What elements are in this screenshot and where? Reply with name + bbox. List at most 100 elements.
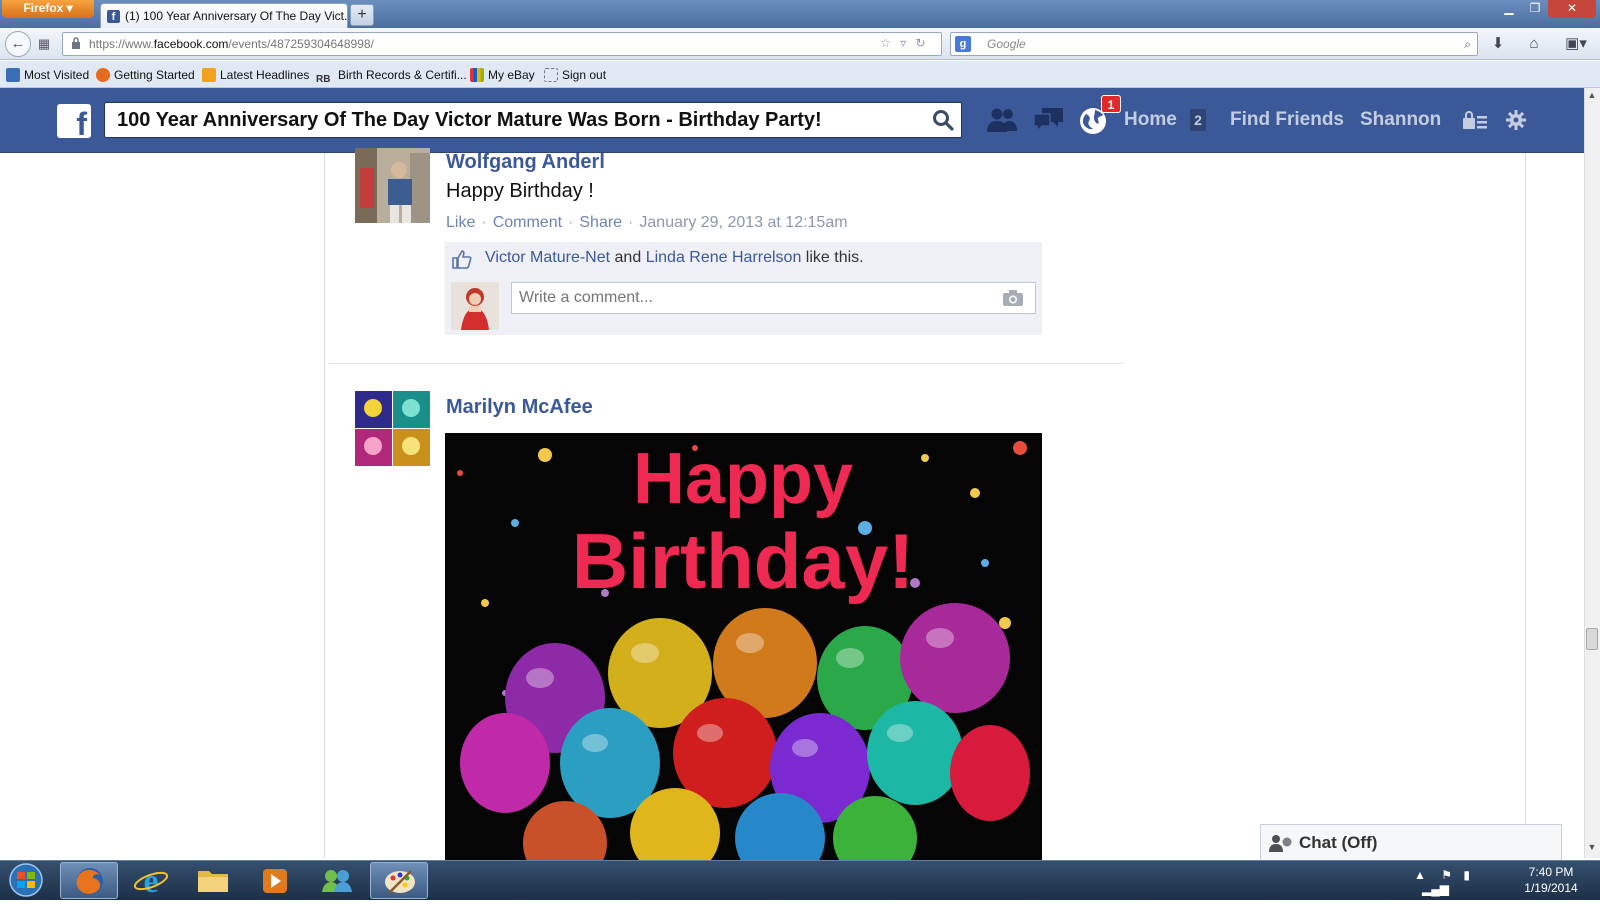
chat-sidebar-toggle[interactable]: Chat (Off) — [1260, 824, 1562, 861]
back-arrow-icon[interactable]: ← — [5, 31, 31, 57]
happy-birthday-image[interactable]: Happy Birthday! — [445, 433, 1042, 863]
chat-users-icon — [1269, 835, 1292, 852]
lock-icon — [72, 37, 80, 49]
taskbar-clock[interactable]: 7:40 PM 1/19/2014 — [1506, 864, 1596, 896]
minimize-icon[interactable]: ▁ — [1496, 0, 1522, 18]
friend-requests-icon[interactable] — [985, 105, 1019, 135]
tab-title: (1) 100 Year Anniversary Of The Day Vict… — [125, 9, 348, 23]
search-bar[interactable]: g Google ⌕ — [950, 32, 1478, 56]
likes-suffix: like this. — [805, 249, 864, 266]
bookmark-label: Latest Headlines — [220, 68, 310, 82]
bookmarks-toolbar: Most Visited Getting Started Latest Head… — [0, 61, 1600, 88]
separator: · — [481, 214, 487, 231]
share-link[interactable]: Share — [579, 214, 622, 231]
windows-start-icon[interactable] — [4, 862, 48, 898]
write-comment-input[interactable] — [511, 282, 1036, 314]
google-search-engine-icon[interactable]: g — [955, 36, 971, 52]
firefox-menu-label: Firefox — [23, 1, 64, 15]
bookmark-label: Most Visited — [24, 68, 90, 82]
bookmark-star-icon[interactable]: ☆ — [880, 36, 891, 50]
home-icon[interactable]: ⌂ — [1524, 34, 1544, 54]
page-icon — [544, 68, 558, 82]
download-icon[interactable]: ⬇ — [1488, 34, 1508, 54]
firefox-menu-button[interactable]: Firefox ▾ — [2, 0, 94, 18]
birthday-balloons-graphic: Happy Birthday! — [445, 433, 1042, 863]
privacy-shortcuts-icon[interactable] — [1462, 110, 1488, 130]
url-bar[interactable]: https://www.facebook.com/events/48725930… — [62, 32, 942, 56]
taskbar-firefox[interactable] — [60, 862, 118, 899]
network-signal-icon[interactable]: ▂▄▆ — [1422, 882, 1449, 896]
camera-icon[interactable] — [1002, 289, 1024, 307]
internet-explorer-icon: e — [133, 863, 169, 900]
extension-menu-icon[interactable]: ▣▾ — [1560, 34, 1592, 54]
taskbar-paint[interactable] — [370, 862, 428, 899]
post-timestamp[interactable]: January 29, 2013 at 12:15am — [639, 214, 847, 231]
notification-count-badge: 1 — [1101, 95, 1121, 113]
messages-icon[interactable] — [1032, 105, 1066, 135]
separator: · — [628, 214, 634, 231]
show-hidden-icons-icon[interactable]: ▲ — [1414, 868, 1426, 882]
rss-feed-icon — [202, 68, 216, 82]
facebook-header: f 100 Year Anniversary Of The Day Victor… — [0, 88, 1584, 153]
bookmark-getting-started[interactable]: Getting Started — [96, 67, 195, 83]
bookmark-most-visited[interactable]: Most Visited — [6, 67, 89, 83]
find-friends-link[interactable]: Find Friends — [1230, 108, 1344, 132]
taskbar-internet-explorer[interactable]: e — [122, 862, 180, 900]
firefox-icon — [76, 868, 103, 894]
bookmark-birth-records[interactable]: RB Birth Records & Certifi... — [316, 67, 467, 86]
rb-site-icon: RB — [316, 74, 331, 85]
bookmark-latest-headlines[interactable]: Latest Headlines — [202, 67, 309, 83]
new-tab-button[interactable]: + — [350, 4, 374, 26]
action-center-flag-icon[interactable]: ⚑ — [1441, 868, 1452, 882]
profile-link[interactable]: Shannon — [1360, 108, 1441, 132]
scrollbar-thumb[interactable] — [1586, 628, 1598, 650]
clock-date: 1/19/2014 — [1524, 881, 1578, 895]
power-icon[interactable]: ▮ — [1463, 868, 1470, 882]
like-link[interactable]: Like — [446, 214, 475, 231]
bookmark-sign-out[interactable]: Sign out — [544, 67, 606, 83]
people-app-icon — [322, 870, 352, 892]
post-author-name[interactable]: Wolfgang Anderl — [446, 151, 605, 174]
identity-icon[interactable]: ▦ — [34, 35, 54, 53]
post-action-row: Like · Comment · Share · January 29, 2013 at 1… — [446, 214, 848, 232]
likes-summary: Victor Mature-Net and Linda Rene Harrels… — [485, 249, 864, 267]
bookmark-label: Getting Started — [114, 68, 195, 82]
marilyn-mcafee-avatar[interactable] — [355, 391, 430, 466]
url-prefix: https://www. — [89, 37, 154, 51]
search-icon[interactable]: ⌕ — [1464, 33, 1471, 55]
avatar-photo — [355, 391, 430, 466]
wolfgang-anderl-avatar[interactable] — [355, 148, 430, 223]
post-author-name[interactable]: Marilyn McAfee — [446, 396, 593, 419]
bookmark-label: Birth Records & Certifi... — [338, 68, 467, 82]
browser-nav-bar: ← ▦ https://www.facebook.com/events/4872… — [0, 28, 1600, 60]
taskbar-paint-app[interactable] — [308, 862, 366, 899]
home-count-badge: 2 — [1190, 109, 1206, 131]
search-icon[interactable] — [932, 109, 954, 131]
thumbs-up-icon — [452, 250, 472, 269]
scroll-down-arrow-icon[interactable]: ▼ — [1586, 842, 1598, 856]
page-scrollbar[interactable] — [1584, 88, 1600, 858]
liker-link[interactable]: Victor Mature-Net — [485, 249, 610, 266]
comment-link[interactable]: Comment — [493, 214, 562, 231]
avatar-photo — [355, 148, 430, 223]
maximize-icon[interactable]: ❐ — [1522, 0, 1548, 18]
home-link[interactable]: Home — [1124, 108, 1177, 132]
close-icon[interactable]: ✕ — [1548, 0, 1596, 18]
reload-icon[interactable]: ↻ — [915, 36, 925, 50]
firefox-icon — [96, 68, 110, 82]
content-border — [1525, 153, 1526, 858]
taskbar-media-player[interactable] — [246, 862, 304, 899]
current-user-avatar[interactable] — [451, 282, 499, 330]
taskbar-file-explorer[interactable] — [184, 862, 242, 899]
history-dropdown-icon[interactable]: ▿ — [900, 36, 906, 50]
system-tray: ▲ ⚑ ▮ ▂▄▆ — [1414, 868, 1506, 896]
bookmark-my-ebay[interactable]: My eBay — [470, 67, 535, 83]
folder-icon — [198, 871, 228, 892]
settings-gear-icon[interactable] — [1506, 110, 1526, 130]
facebook-logo-icon[interactable]: f — [57, 104, 91, 138]
facebook-favicon-icon: f — [107, 10, 120, 23]
liker-link[interactable]: Linda Rene Harrelson — [646, 249, 802, 266]
facebook-search-input[interactable]: 100 Year Anniversary Of The Day Victor M… — [104, 102, 962, 138]
scroll-up-arrow-icon[interactable]: ▲ — [1586, 90, 1598, 104]
browser-tab[interactable]: f (1) 100 Year Anniversary Of The Day Vi… — [100, 3, 348, 28]
